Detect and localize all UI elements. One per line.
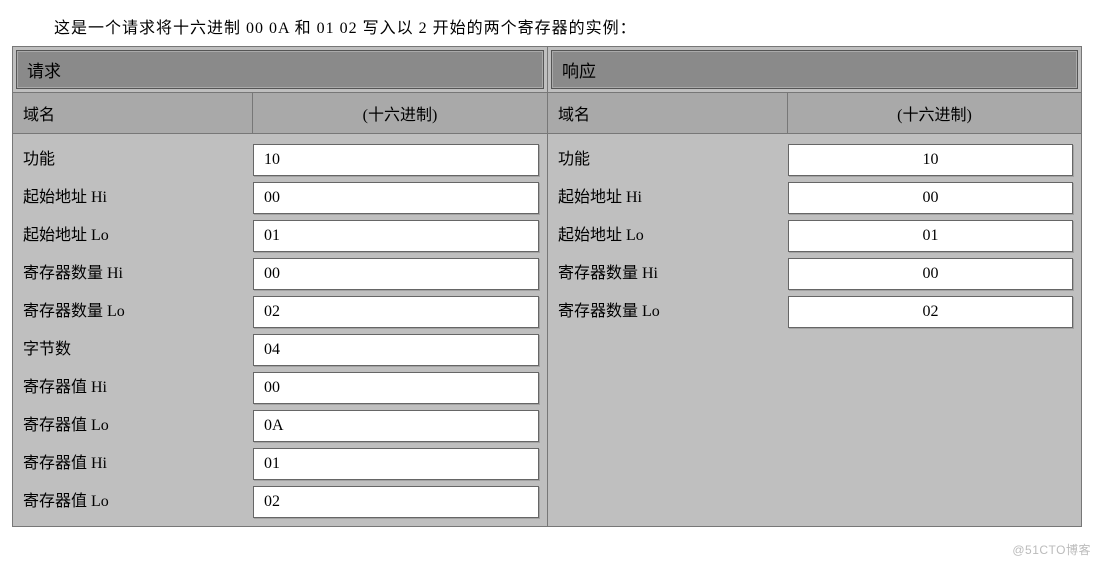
value-cell: 01 bbox=[253, 220, 539, 252]
label: 寄存器数量 Hi bbox=[13, 252, 253, 290]
value-cell: 00 bbox=[253, 182, 539, 214]
label: 起始地址 Hi bbox=[548, 176, 788, 214]
request-labels: 功能 起始地址 Hi 起始地址 Lo 寄存器数量 Hi 寄存器数量 Lo 字节数… bbox=[13, 134, 253, 526]
value-cell: 04 bbox=[253, 334, 539, 366]
response-labels: 功能 起始地址 Hi 起始地址 Lo 寄存器数量 Hi 寄存器数量 Lo bbox=[548, 134, 788, 336]
label: 寄存器数量 Lo bbox=[13, 290, 253, 328]
watermark: @51CTO博客 bbox=[1012, 541, 1091, 558]
request-values: 10 00 01 00 02 04 00 0A 01 02 bbox=[253, 134, 547, 526]
label: 寄存器数量 Hi bbox=[548, 252, 788, 290]
response-col-hex: (十六进制) bbox=[788, 92, 1081, 133]
value-cell: 10 bbox=[253, 144, 539, 176]
tables-wrapper: 请求 域名 (十六进制) 功能 起始地址 Hi 起始地址 Lo 寄存器数量 Hi… bbox=[12, 46, 1082, 527]
response-panel: 响应 域名 (十六进制) 功能 起始地址 Hi 起始地址 Lo 寄存器数量 Hi… bbox=[547, 47, 1081, 526]
label: 寄存器值 Hi bbox=[13, 442, 253, 480]
value-cell: 00 bbox=[253, 258, 539, 290]
value-cell: 02 bbox=[788, 296, 1073, 328]
value-cell: 00 bbox=[253, 372, 539, 404]
request-panel: 请求 域名 (十六进制) 功能 起始地址 Hi 起始地址 Lo 寄存器数量 Hi… bbox=[13, 47, 547, 526]
label: 寄存器数量 Lo bbox=[548, 290, 788, 328]
response-values: 10 00 01 00 02 bbox=[788, 134, 1081, 336]
response-rows: 功能 起始地址 Hi 起始地址 Lo 寄存器数量 Hi 寄存器数量 Lo 10 … bbox=[548, 134, 1081, 336]
label: 寄存器值 Hi bbox=[13, 366, 253, 404]
value-cell: 01 bbox=[788, 220, 1073, 252]
value-cell: 0A bbox=[253, 410, 539, 442]
response-subheader: 域名 (十六进制) bbox=[548, 92, 1081, 134]
value-cell: 00 bbox=[788, 182, 1073, 214]
request-title: 请求 bbox=[16, 50, 544, 89]
label: 起始地址 Lo bbox=[548, 214, 788, 252]
label: 字节数 bbox=[13, 328, 253, 366]
response-col-field: 域名 bbox=[548, 92, 788, 133]
value-cell: 01 bbox=[253, 448, 539, 480]
request-subheader: 域名 (十六进制) bbox=[13, 92, 547, 134]
label: 功能 bbox=[548, 138, 788, 176]
label: 功能 bbox=[13, 138, 253, 176]
label: 起始地址 Lo bbox=[13, 214, 253, 252]
intro-text: 这是一个请求将十六进制 00 0A 和 01 02 写入以 2 开始的两个寄存器… bbox=[12, 8, 1087, 46]
response-title: 响应 bbox=[551, 50, 1078, 89]
value-cell: 02 bbox=[253, 486, 539, 518]
label: 寄存器值 Lo bbox=[13, 480, 253, 518]
label: 寄存器值 Lo bbox=[13, 404, 253, 442]
value-cell: 00 bbox=[788, 258, 1073, 290]
request-col-hex: (十六进制) bbox=[253, 92, 547, 133]
request-rows: 功能 起始地址 Hi 起始地址 Lo 寄存器数量 Hi 寄存器数量 Lo 字节数… bbox=[13, 134, 547, 526]
request-col-field: 域名 bbox=[13, 92, 253, 133]
value-cell: 10 bbox=[788, 144, 1073, 176]
label: 起始地址 Hi bbox=[13, 176, 253, 214]
value-cell: 02 bbox=[253, 296, 539, 328]
